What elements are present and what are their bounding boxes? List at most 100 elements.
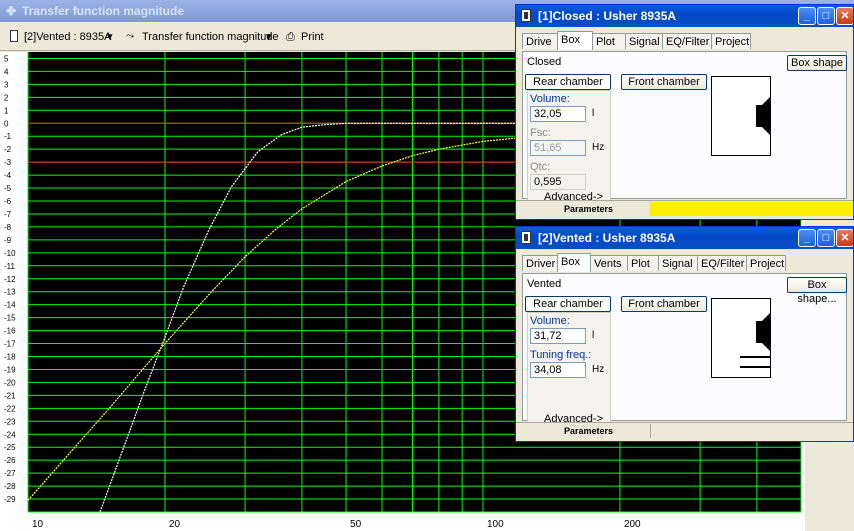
y-tick-label: -19 [4, 365, 16, 374]
y-tick-label: 1 [4, 106, 9, 115]
y-tick-label: -22 [4, 404, 16, 413]
volume-input[interactable]: 32,05 [530, 106, 586, 122]
chamber-params: Volume: 32,05 l Fsc: 51,65 Hz Qtc: 0,595… [527, 90, 611, 203]
y-tick-label: -4 [4, 171, 12, 180]
chevron-down-icon[interactable]: ▾ [107, 29, 113, 45]
y-tick-label: -25 [4, 443, 16, 452]
tab-plot[interactable]: Plot [592, 33, 626, 49]
closed-box-titlebar[interactable]: [1]Closed : Usher 8935A _ □ ✕ [516, 5, 853, 27]
y-tick-label: -18 [4, 353, 16, 362]
minimize-button[interactable]: _ [798, 229, 816, 247]
minimize-button[interactable]: _ [798, 7, 816, 25]
window-icon [521, 9, 531, 22]
parameters-label: Parameters [564, 426, 614, 436]
rear-chamber-tab[interactable]: Rear chamber [525, 74, 611, 90]
y-tick-label: -13 [4, 288, 16, 297]
y-tick-label: 0 [4, 119, 9, 128]
volume-label: Volume: [530, 93, 570, 105]
fsc-unit: Hz [592, 142, 605, 153]
status-bar-field [650, 424, 853, 438]
print-button[interactable]: Print [301, 29, 324, 45]
tab-project[interactable]: Project [711, 33, 751, 49]
tuning-freq-input[interactable]: 34,08 [530, 362, 586, 378]
front-chamber-tab[interactable]: Front chamber [621, 74, 707, 90]
box-shape-button[interactable]: Box shape [787, 55, 847, 71]
y-tick-label: -20 [4, 378, 16, 387]
close-button[interactable]: ✕ [836, 229, 853, 247]
tab-signal[interactable]: Signal [625, 33, 663, 49]
closed-box-window: [1]Closed : Usher 8935A _ □ ✕ Drive Box Pl… [515, 4, 854, 220]
x-tick-label: 50 [350, 519, 362, 530]
qtc-value: 0,595 [530, 174, 586, 190]
closed-box-drawing [711, 76, 771, 156]
box-shape-button[interactable]: Box shape... [787, 277, 847, 305]
y-tick-label: -24 [4, 430, 16, 439]
fsc-label: Fsc: [530, 127, 551, 139]
box-type-label: Closed [527, 56, 562, 68]
vented-box-window: [2]Vented : Usher 8935A _ □ ✕ Driver Box V… [515, 226, 854, 442]
y-tick-label: -7 [4, 210, 12, 219]
tab-eq-filter[interactable]: EQ/Filter [697, 255, 747, 271]
curve-icon: ⤳ [126, 31, 134, 42]
printer-icon[interactable]: ⎙ [286, 29, 295, 45]
app-icon: ✤ [6, 4, 17, 18]
x-tick-label: 100 [487, 519, 504, 530]
vented-box-titlebar[interactable]: [2]Vented : Usher 8935A _ □ ✕ [516, 227, 853, 249]
y-tick-label: -1 [4, 132, 12, 141]
tab-plot[interactable]: Plot [627, 255, 659, 271]
closed-box-panel: Closed Box shape Rear chamber Front cham… [522, 51, 847, 203]
y-tick-label: -8 [4, 223, 12, 232]
parameters-label: Parameters [564, 204, 614, 214]
y-tick-label: -26 [4, 456, 16, 465]
y-tick-label: -2 [4, 145, 12, 154]
front-chamber-tab[interactable]: Front chamber [621, 296, 707, 312]
tab-signal[interactable]: Signal [658, 255, 698, 271]
tab-driver[interactable]: Driver [522, 255, 558, 271]
y-tick-label: -16 [4, 327, 16, 336]
y-tick-label: -9 [4, 236, 12, 245]
y-tick-label: 2 [4, 93, 9, 102]
maximize-button[interactable]: □ [817, 229, 835, 247]
volume-input[interactable]: 31,72 [530, 328, 586, 344]
closed-box-status: Parameters [516, 200, 853, 219]
y-tick-label: -27 [4, 469, 16, 478]
chevron-down-icon[interactable]: ▾ [266, 29, 272, 45]
y-tick-label: 4 [4, 67, 9, 76]
vented-box-title: [2]Vented : Usher 8935A [538, 231, 676, 245]
project-select[interactable]: [2]Vented : 8935A [24, 29, 111, 45]
y-tick-label: -14 [4, 301, 16, 310]
tab-project[interactable]: Project [746, 255, 786, 271]
volume-label: Volume: [530, 315, 570, 327]
x-tick-label: 10 [32, 519, 44, 530]
vented-box-status: Parameters [516, 422, 853, 441]
tuning-freq-unit: Hz [592, 364, 605, 375]
x-tick-label: 200 [624, 519, 641, 530]
maximize-button[interactable]: □ [817, 7, 835, 25]
rear-chamber-tab[interactable]: Rear chamber [525, 296, 611, 312]
tab-vents[interactable]: Vents [590, 255, 628, 271]
main-window-title: Transfer function magnitude [22, 4, 185, 18]
status-bar-highlight [650, 202, 853, 216]
tab-box[interactable]: Box [557, 253, 591, 272]
y-tick-label: 3 [4, 80, 9, 89]
view-select[interactable]: Transfer function magnitude [142, 29, 279, 45]
y-tick-label: -12 [4, 275, 16, 284]
closed-box-title: [1]Closed : Usher 8935A [538, 9, 677, 23]
y-tick-label: -21 [4, 391, 16, 400]
tab-box[interactable]: Box [557, 31, 593, 50]
tab-drive[interactable]: Drive [522, 33, 558, 49]
vented-box-panel: Vented Box shape... Rear chamber Front c… [522, 273, 847, 425]
tab-eq-filter[interactable]: EQ/Filter [662, 33, 712, 49]
fsc-input[interactable]: 51,65 [530, 140, 586, 156]
close-button[interactable]: ✕ [836, 7, 853, 25]
volume-unit: l [592, 330, 595, 341]
window-icon [521, 231, 531, 244]
y-tick-label: -23 [4, 417, 16, 426]
y-tick-label: -10 [4, 249, 16, 258]
speaker-icon [756, 97, 770, 135]
y-tick-label: -17 [4, 340, 16, 349]
y-tick-label: -3 [4, 158, 12, 167]
y-tick-label: -6 [4, 197, 12, 206]
y-tick-label: -28 [4, 482, 16, 491]
vented-box-drawing [711, 298, 771, 378]
